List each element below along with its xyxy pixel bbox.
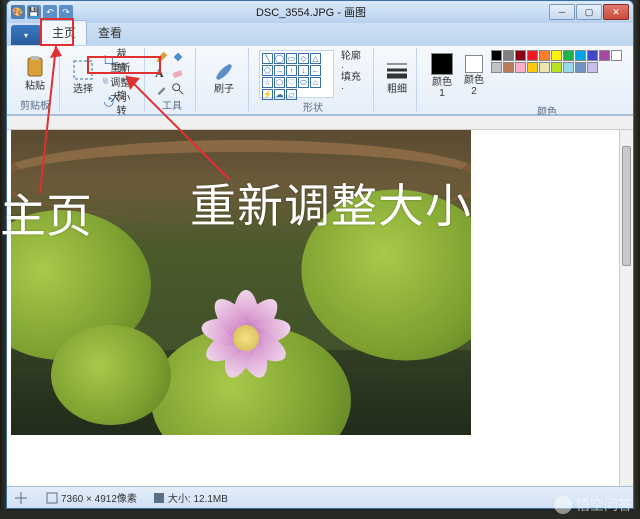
color-swatch[interactable] bbox=[515, 50, 526, 61]
annotation-arrow-1 bbox=[30, 44, 70, 204]
statusbar: 7360 × 4912像素 大小: 12.1MB bbox=[7, 486, 633, 508]
paint-window: 🎨 💾 ↶ ↷ DSC_3554.JPG - 画图 ─ ▢ ✕ ▾ 主页 查看 … bbox=[6, 0, 634, 509]
color-swatch[interactable] bbox=[563, 50, 574, 61]
color-swatch[interactable] bbox=[503, 50, 514, 61]
color-swatch[interactable] bbox=[551, 50, 562, 61]
scroll-thumb[interactable] bbox=[622, 146, 631, 266]
color-swatch[interactable] bbox=[515, 62, 526, 73]
status-dimensions: 7360 × 4912像素 bbox=[46, 490, 137, 505]
fill-icon[interactable] bbox=[171, 50, 185, 64]
color-swatch[interactable] bbox=[575, 62, 586, 73]
color-swatch[interactable] bbox=[491, 62, 502, 73]
size-icon bbox=[385, 58, 409, 82]
color-palette[interactable] bbox=[491, 50, 631, 73]
close-button[interactable]: ✕ bbox=[603, 4, 629, 20]
color-swatch[interactable] bbox=[503, 62, 514, 73]
color-swatch[interactable] bbox=[563, 62, 574, 73]
resize-icon bbox=[103, 74, 108, 88]
watermark: 悟空问答 bbox=[554, 495, 632, 515]
color-swatch[interactable] bbox=[551, 62, 562, 73]
redo-icon[interactable]: ↷ bbox=[59, 5, 73, 19]
shape-fill[interactable]: 填充 · bbox=[336, 71, 367, 91]
undo-icon[interactable]: ↶ bbox=[43, 5, 57, 19]
maximize-button[interactable]: ▢ bbox=[576, 4, 602, 20]
group-colors: 颜色 1 颜色 2 编辑颜色 颜色 bbox=[421, 48, 634, 112]
vertical-scrollbar[interactable] bbox=[619, 130, 633, 486]
annotation-arrow-2 bbox=[120, 70, 240, 190]
color-swatch[interactable] bbox=[575, 50, 586, 61]
color2-button[interactable]: 颜色 2 bbox=[459, 50, 489, 102]
group-size: 粗细 bbox=[378, 48, 417, 112]
dimensions-icon bbox=[46, 492, 58, 504]
shapes-gallery[interactable]: ╲◯▭◇△⬠ →↑↓←☆⬡ ♡⬭⌂⚡☁▱ bbox=[259, 50, 334, 98]
save-icon[interactable]: 💾 bbox=[27, 5, 41, 19]
color-swatch[interactable] bbox=[599, 50, 610, 61]
color2-swatch bbox=[465, 55, 483, 73]
annotation-box-home-tab bbox=[40, 18, 74, 46]
shape-outline[interactable]: 轮廓 · bbox=[336, 50, 367, 70]
color-swatch[interactable] bbox=[539, 50, 550, 61]
window-title: DSC_3554.JPG - 画图 bbox=[73, 4, 549, 20]
color-swatch[interactable] bbox=[587, 62, 598, 73]
watermark-icon bbox=[554, 496, 572, 514]
color-swatch[interactable] bbox=[611, 50, 622, 61]
app-icon: 🎨 bbox=[11, 5, 25, 19]
file-tab[interactable]: ▾ bbox=[11, 25, 41, 45]
color-swatch[interactable] bbox=[539, 62, 550, 73]
crosshair-icon bbox=[15, 492, 27, 504]
color-swatch[interactable] bbox=[527, 50, 538, 61]
annotation-box-resize bbox=[87, 56, 161, 74]
edit-colors-button[interactable]: 编辑颜色 bbox=[633, 50, 634, 102]
size-button[interactable]: 粗细 bbox=[384, 50, 410, 102]
color-swatch[interactable] bbox=[527, 62, 538, 73]
color1-button[interactable]: 颜色 1 bbox=[427, 50, 457, 102]
minimize-button[interactable]: ─ bbox=[549, 4, 575, 20]
disk-icon bbox=[153, 492, 165, 504]
color-swatch[interactable] bbox=[491, 50, 502, 61]
status-filesize: 大小: 12.1MB bbox=[153, 490, 228, 505]
ruler bbox=[7, 116, 633, 130]
status-position bbox=[15, 492, 30, 504]
color-swatch[interactable] bbox=[587, 50, 598, 61]
rotate-icon bbox=[103, 95, 115, 109]
ribbon-tabs: ▾ 主页 查看 bbox=[7, 23, 633, 45]
tab-view[interactable]: 查看 bbox=[87, 20, 133, 45]
group-shapes: ╲◯▭◇△⬠ →↑↓←☆⬡ ♡⬭⌂⚡☁▱ 轮廓 · 填充 · 形状 bbox=[253, 48, 374, 112]
color1-swatch bbox=[431, 53, 453, 75]
